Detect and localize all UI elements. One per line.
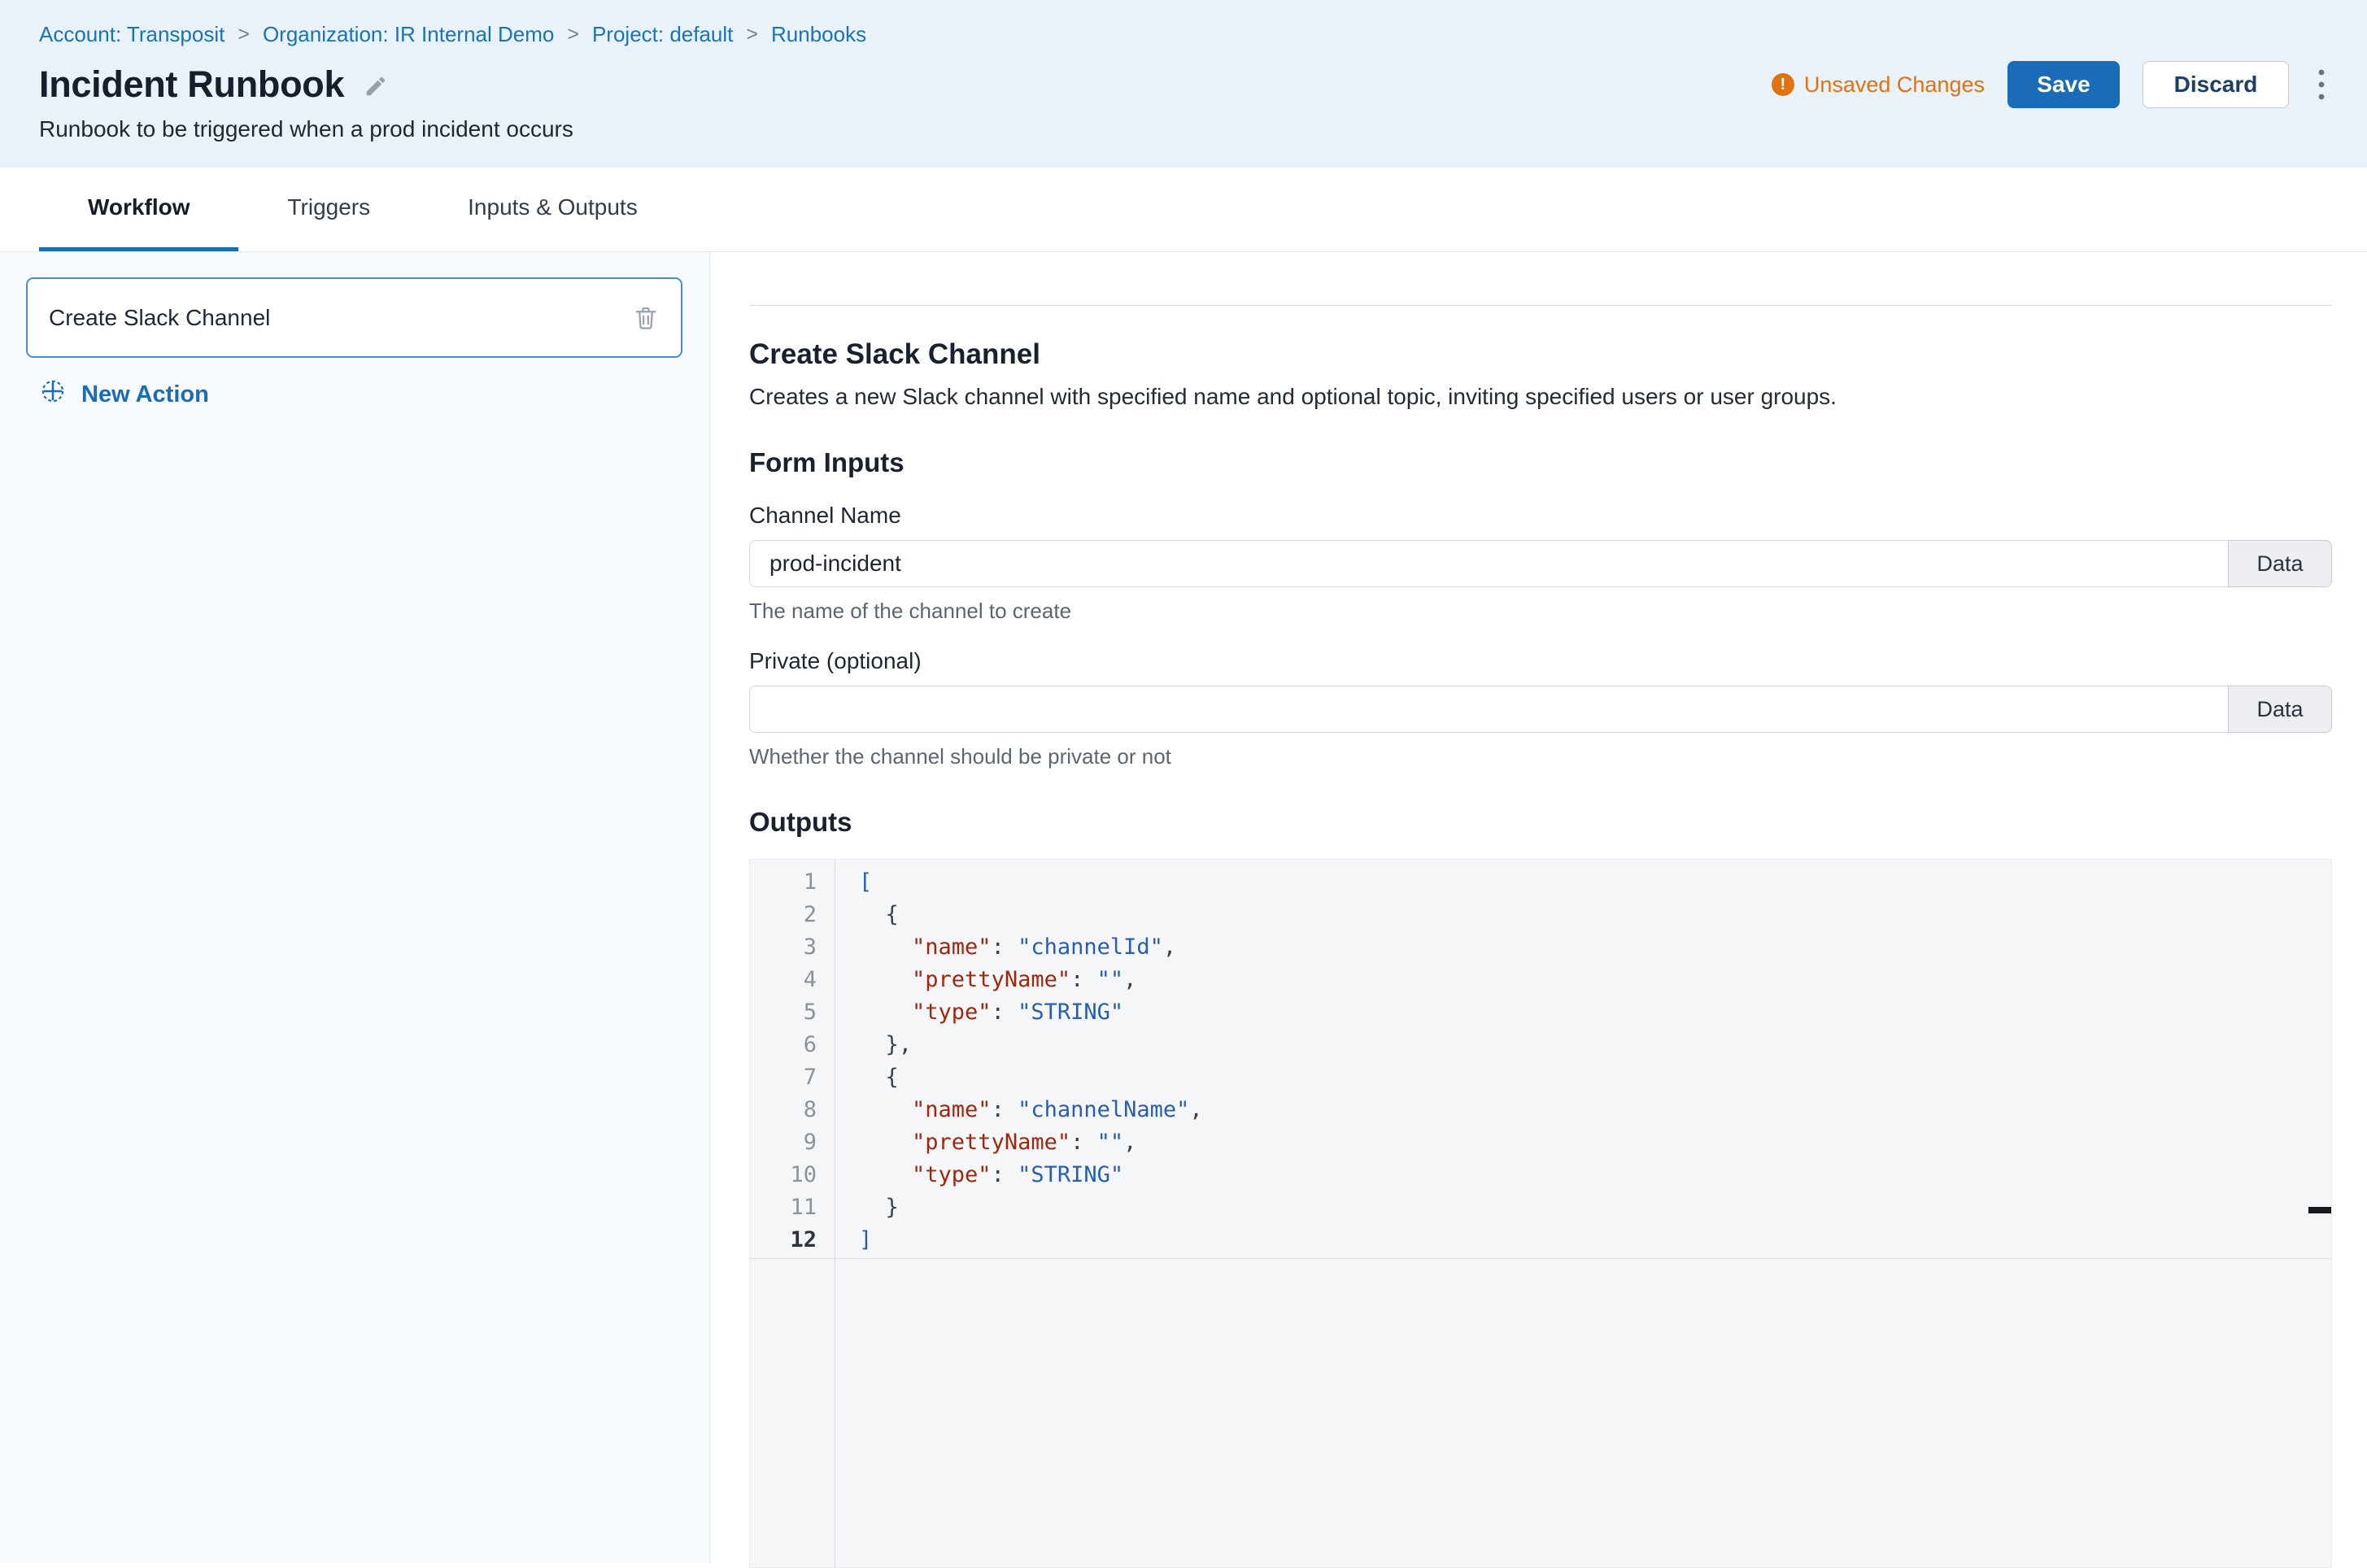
breadcrumb-separator: > bbox=[746, 21, 758, 47]
code-line[interactable]: 8 "name": "channelName", bbox=[750, 1094, 2331, 1126]
channel-name-input-group: Data bbox=[749, 540, 2332, 587]
line-number: 5 bbox=[750, 996, 835, 1029]
form-inputs-heading: Form Inputs bbox=[749, 447, 2332, 478]
line-number: 6 bbox=[750, 1029, 835, 1061]
code-line-text: ] bbox=[835, 1224, 872, 1257]
warning-icon: ! bbox=[1772, 73, 1794, 96]
code-line-text: "prettyName": "", bbox=[835, 964, 1136, 996]
tab-inputs-outputs[interactable]: Inputs & Outputs bbox=[419, 168, 687, 251]
breadcrumb: Account: Transposit > Organization: IR I… bbox=[39, 21, 2328, 47]
breadcrumb-account[interactable]: Account: Transposit bbox=[39, 21, 224, 47]
line-number: 11 bbox=[750, 1191, 835, 1224]
code-line[interactable]: 1[ bbox=[750, 866, 2331, 899]
code-line[interactable]: 4 "prettyName": "", bbox=[750, 964, 2331, 996]
code-line-text: "name": "channelId", bbox=[835, 931, 1176, 964]
scrollbar-thumb[interactable] bbox=[2308, 1207, 2331, 1213]
outputs-heading: Outputs bbox=[749, 807, 2332, 838]
action-title: Create Slack Channel bbox=[749, 338, 2332, 371]
code-line-text: "prettyName": "", bbox=[835, 1126, 1136, 1159]
code-line[interactable]: 9 "prettyName": "", bbox=[750, 1126, 2331, 1159]
content-area: Create Slack Channel New Action Create S… bbox=[0, 252, 2367, 1563]
breadcrumb-runbooks[interactable]: Runbooks bbox=[771, 21, 866, 47]
line-number: 7 bbox=[750, 1061, 835, 1094]
workflow-step-label: Create Slack Channel bbox=[49, 305, 270, 331]
code-line[interactable]: 10 "type": "STRING" bbox=[750, 1159, 2331, 1191]
private-data-button[interactable]: Data bbox=[2228, 686, 2332, 733]
channel-name-data-button[interactable]: Data bbox=[2228, 540, 2332, 587]
private-label: Private (optional) bbox=[749, 648, 2332, 674]
code-line[interactable]: 7 { bbox=[750, 1061, 2331, 1094]
breadcrumb-organization[interactable]: Organization: IR Internal Demo bbox=[263, 21, 554, 47]
active-line-rule bbox=[750, 1258, 2331, 1259]
page-subtitle: Runbook to be triggered when a prod inci… bbox=[39, 115, 2328, 143]
breadcrumb-separator: > bbox=[238, 21, 250, 47]
code-line[interactable]: 2 { bbox=[750, 899, 2331, 931]
code-lines: 1[2 {3 "name": "channelId",4 "prettyName… bbox=[750, 860, 2331, 1257]
code-line-text: }, bbox=[835, 1029, 912, 1061]
code-line-text: "type": "STRING" bbox=[835, 1159, 1123, 1191]
code-line[interactable]: 6 }, bbox=[750, 1029, 2331, 1061]
header-controls: ! Unsaved Changes Save Discard bbox=[1772, 61, 2328, 108]
code-line-text: "type": "STRING" bbox=[835, 996, 1123, 1029]
code-line-text: "name": "channelName", bbox=[835, 1094, 1203, 1126]
page-title: Incident Runbook bbox=[39, 63, 344, 106]
tab-workflow[interactable]: Workflow bbox=[39, 168, 238, 251]
action-detail-panel: Create Slack Channel Creates a new Slack… bbox=[710, 252, 2367, 1563]
code-line-text: { bbox=[835, 899, 899, 931]
line-number: 9 bbox=[750, 1126, 835, 1159]
tab-bar: Workflow Triggers Inputs & Outputs bbox=[0, 168, 2367, 252]
workflow-step-create-slack-channel[interactable]: Create Slack Channel bbox=[26, 277, 682, 358]
edit-title-icon[interactable] bbox=[364, 74, 388, 102]
discard-button[interactable]: Discard bbox=[2143, 61, 2289, 108]
add-action-icon bbox=[37, 376, 68, 413]
line-number: 4 bbox=[750, 964, 835, 996]
panel-divider bbox=[749, 305, 2332, 306]
private-input[interactable] bbox=[749, 686, 2228, 733]
channel-name-input[interactable] bbox=[749, 540, 2228, 587]
line-number: 10 bbox=[750, 1159, 835, 1191]
breadcrumb-separator: > bbox=[567, 21, 579, 47]
channel-name-help: The name of the channel to create bbox=[749, 599, 2332, 624]
unsaved-changes-label: Unsaved Changes bbox=[1804, 72, 1985, 98]
new-action-label: New Action bbox=[81, 381, 209, 408]
page-header: Account: Transposit > Organization: IR I… bbox=[0, 0, 2367, 168]
line-number: 8 bbox=[750, 1094, 835, 1126]
breadcrumb-project[interactable]: Project: default bbox=[592, 21, 733, 47]
line-number: 2 bbox=[750, 899, 835, 931]
outputs-code-editor[interactable]: 1[2 {3 "name": "channelId",4 "prettyName… bbox=[749, 859, 2332, 1568]
save-button[interactable]: Save bbox=[2007, 61, 2120, 108]
code-line-text: [ bbox=[835, 866, 872, 899]
code-line[interactable]: 11 } bbox=[750, 1191, 2331, 1224]
title-row: Incident Runbook ! Unsaved Changes Save … bbox=[39, 60, 2328, 109]
unsaved-changes-badge: ! Unsaved Changes bbox=[1772, 72, 1985, 98]
line-number: 3 bbox=[750, 931, 835, 964]
code-line[interactable]: 3 "name": "channelId", bbox=[750, 931, 2331, 964]
code-line-text: } bbox=[835, 1191, 899, 1224]
code-line-text: { bbox=[835, 1061, 899, 1094]
private-help: Whether the channel should be private or… bbox=[749, 744, 2332, 769]
kebab-menu-icon[interactable] bbox=[2315, 66, 2328, 103]
channel-name-label: Channel Name bbox=[749, 503, 2332, 529]
line-number: 1 bbox=[750, 866, 835, 899]
new-action-button[interactable]: New Action bbox=[37, 376, 682, 413]
tab-triggers[interactable]: Triggers bbox=[238, 168, 419, 251]
delete-step-icon[interactable] bbox=[632, 304, 660, 332]
action-description: Creates a new Slack channel with specifi… bbox=[749, 384, 2332, 410]
workflow-sidebar: Create Slack Channel New Action bbox=[0, 252, 710, 1563]
code-line[interactable]: 12] bbox=[750, 1224, 2331, 1257]
private-input-group: Data bbox=[749, 686, 2332, 733]
code-line[interactable]: 5 "type": "STRING" bbox=[750, 996, 2331, 1029]
line-number: 12 bbox=[750, 1224, 835, 1257]
